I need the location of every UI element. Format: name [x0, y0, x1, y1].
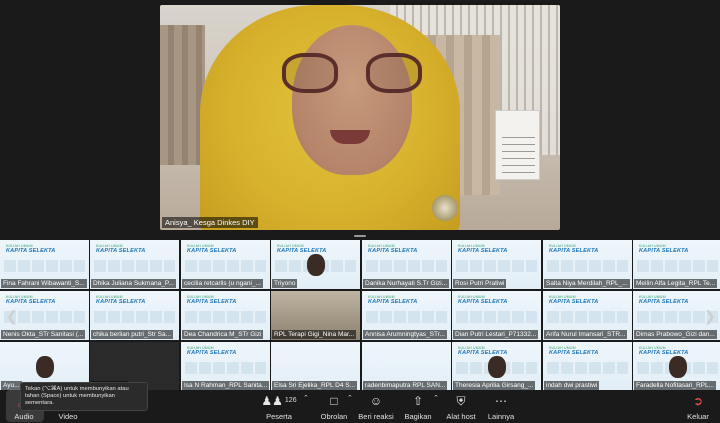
- event-logo: KULIAH UMUM KAPITA SELEKTA: [368, 295, 418, 305]
- participant-name-tag: Dhika Juliana Sukmana_P...: [91, 279, 176, 288]
- event-logo: KULIAH UMUM KAPITA SELEKTA: [458, 244, 508, 254]
- participant-tile[interactable]: KULIAH UMUM KAPITA SELEKTA Dian Putri Lest…: [452, 291, 541, 340]
- event-logo: KULIAH UMUM KAPITA SELEKTA: [187, 295, 237, 305]
- participant-tile[interactable]: KULIAH UMUM KAPITA SELEKTA cecilia retcarl…: [181, 240, 270, 289]
- participant-tile[interactable]: KULIAH UMUM KAPITA SELEKTA Annisa Arumning…: [362, 291, 451, 340]
- participant-video-person: [36, 356, 54, 378]
- participant-name-tag: Elsa Sri Ejelika_RPL D4 S...: [272, 381, 358, 390]
- participant-name-tag: Nenis Okta_STr Sanitasi (...: [1, 330, 86, 339]
- participant-name-tag: RPL Terapi Gigi_Nina Mar...: [272, 330, 357, 339]
- participant-tile[interactable]: KULIAH UMUM KAPITA SELEKTA Meilin Alfa Leg…: [633, 240, 720, 289]
- event-logo: KULIAH UMUM KAPITA SELEKTA: [6, 244, 56, 254]
- participant-name-tag: Dian Putri Lestari_P71332...: [453, 330, 539, 339]
- participant-tile[interactable]: KULIAH UMUM KAPITA SELEKTA Rosi Putri Prat…: [452, 240, 541, 289]
- participant-name-tag: Danika Nurhayati S.Tr Gizi...: [363, 279, 450, 288]
- people-icon: ♟♟ 126: [261, 394, 297, 408]
- participant-tile[interactable]: KULIAH UMUM KAPITA SELEKTA Dhika Juliana S…: [90, 240, 179, 289]
- event-logo: KULIAH UMUM KAPITA SELEKTA: [639, 346, 689, 356]
- event-logo: KULIAH UMUM KAPITA SELEKTA: [6, 295, 56, 305]
- event-logo: KULIAH UMUM KAPITA SELEKTA: [549, 346, 599, 356]
- participant-name-tag: Rosi Putri Pratiwi: [453, 279, 507, 288]
- participant-tile[interactable]: KULIAH UMUM KAPITA SELEKTA Triyono: [271, 240, 360, 289]
- participant-tile[interactable]: Elsa Sri Ejelika_RPL D4 S...: [271, 342, 360, 391]
- participant-video-person: [669, 356, 687, 378]
- participant-tile[interactable]: KULIAH UMUM KAPITA SELEKTA Faradella Nofit…: [633, 342, 720, 391]
- event-logo: KULIAH UMUM KAPITA SELEKTA: [549, 295, 599, 305]
- participant-tile[interactable]: KULIAH UMUM KAPITA SELEKTA chika berlian p…: [90, 291, 179, 340]
- participant-name-tag: Isa N Rahman_RPL Sanita...: [182, 381, 270, 390]
- participant-name-tag: cecilia retcarlis (u ngani_...: [182, 279, 263, 288]
- event-logo: KULIAH UMUM KAPITA SELEKTA: [187, 244, 237, 254]
- participant-gallery: KULIAH UMUM KAPITA SELEKTA Fina Fahrani Wi…: [0, 240, 720, 391]
- event-logo: KULIAH UMUM KAPITA SELEKTA: [187, 346, 237, 356]
- mute-shortcut-tooltip: Tekan (⌥⌘A) untuk membunyikan atau tahan…: [20, 382, 148, 411]
- participants-button[interactable]: ♟♟ 126 Peserta: [249, 394, 309, 421]
- speaker-figure: [200, 5, 460, 230]
- speaker-glasses: [282, 53, 422, 95]
- participant-name-tag: radenbimaputra RPL SAN...: [363, 381, 448, 390]
- participant-name-tag: Dea Chandrica M_STr Gizi: [182, 330, 264, 339]
- participant-name-tag: Dimas Prabowo_Gizi dan...: [634, 330, 717, 339]
- participant-name-tag: chika berlian putri_Str Sa...: [91, 330, 174, 339]
- event-logo: KULIAH UMUM KAPITA SELEKTA: [277, 244, 327, 254]
- event-logo: KULIAH UMUM KAPITA SELEKTA: [96, 295, 146, 305]
- participant-tile[interactable]: KULIAH UMUM KAPITA SELEKTA Theresia Aprili…: [452, 342, 541, 391]
- participant-name-tag: Fina Fahrani Wibawanti_S...: [1, 279, 87, 288]
- participant-video-person: [488, 356, 506, 378]
- participant-name-tag: Ayu...: [1, 381, 22, 390]
- leave-meeting-button[interactable]: ➲ Keluar: [668, 394, 720, 421]
- active-speaker-video[interactable]: Anisya_ Kesga Dinkes DIY: [160, 5, 560, 230]
- event-logo: KULIAH UMUM KAPITA SELEKTA: [96, 244, 146, 254]
- speaker-face: [292, 25, 412, 175]
- wall-calendar: [495, 110, 540, 180]
- participant-tile[interactable]: KULIAH UMUM KAPITA SELEKTA Arifa Nurul Ima…: [543, 291, 632, 340]
- gallery-resize-handle[interactable]: [354, 235, 366, 237]
- event-logo: KULIAH UMUM KAPITA SELEKTA: [458, 346, 508, 356]
- participant-name-tag: Theresia Aprilia Girsang_...: [453, 381, 536, 390]
- participant-name-tag: Salta Niya Merdilah_RPL_...: [544, 279, 630, 288]
- event-logo: KULIAH UMUM KAPITA SELEKTA: [639, 295, 689, 305]
- gallery-prev-page-icon[interactable]: ❮: [6, 308, 18, 325]
- leave-icon: ➲: [692, 394, 704, 408]
- participant-name-tag: Meilin Alfa Legita_RPL Te...: [634, 279, 718, 288]
- event-logo: KULIAH UMUM KAPITA SELEKTA: [549, 244, 599, 254]
- event-logo: KULIAH UMUM KAPITA SELEKTA: [368, 244, 418, 254]
- participant-name-tag: Annisa Arumningtyas_STr...: [363, 330, 447, 339]
- participant-tile[interactable]: KULIAH UMUM KAPITA SELEKTA Isa N Rahman_RP…: [181, 342, 270, 391]
- participant-name-tag: Triyono: [272, 279, 298, 288]
- participant-name-tag: indah dwi prastiwi: [544, 381, 600, 390]
- participant-name-tag: Arifa Nurul Imansari_STR...: [544, 330, 628, 339]
- speaker-name-tag: Anisya_ Kesga Dinkes DIY: [162, 217, 258, 228]
- more-button[interactable]: ⋯ Lainnya: [471, 394, 531, 421]
- more-dots-icon: ⋯: [495, 394, 507, 408]
- participant-name-tag: Faradella Nofitasari_RPL...: [634, 381, 717, 390]
- event-logo: KULIAH UMUM KAPITA SELEKTA: [639, 244, 689, 254]
- participant-video-person: [307, 254, 325, 276]
- participant-tile[interactable]: KULIAH UMUM KAPITA SELEKTA indah dwi prast…: [543, 342, 632, 391]
- participant-tile[interactable]: KULIAH UMUM KAPITA SELEKTA Fina Fahrani Wi…: [0, 240, 89, 289]
- curtain-left: [160, 25, 205, 165]
- event-logo: KULIAH UMUM KAPITA SELEKTA: [458, 295, 508, 305]
- gallery-next-page-icon[interactable]: ❯: [704, 308, 716, 325]
- participant-tile[interactable]: RPL Terapi Gigi_Nina Mar...: [271, 291, 360, 340]
- participant-tile[interactable]: KULIAH UMUM KAPITA SELEKTA Salta Niya Merd…: [543, 240, 632, 289]
- participant-tile[interactable]: radenbimaputra RPL SAN...: [362, 342, 451, 391]
- participant-tile[interactable]: KULIAH UMUM KAPITA SELEKTA Dea Chandrica M…: [181, 291, 270, 340]
- participant-tile[interactable]: KULIAH UMUM KAPITA SELEKTA Danika Nurhayat…: [362, 240, 451, 289]
